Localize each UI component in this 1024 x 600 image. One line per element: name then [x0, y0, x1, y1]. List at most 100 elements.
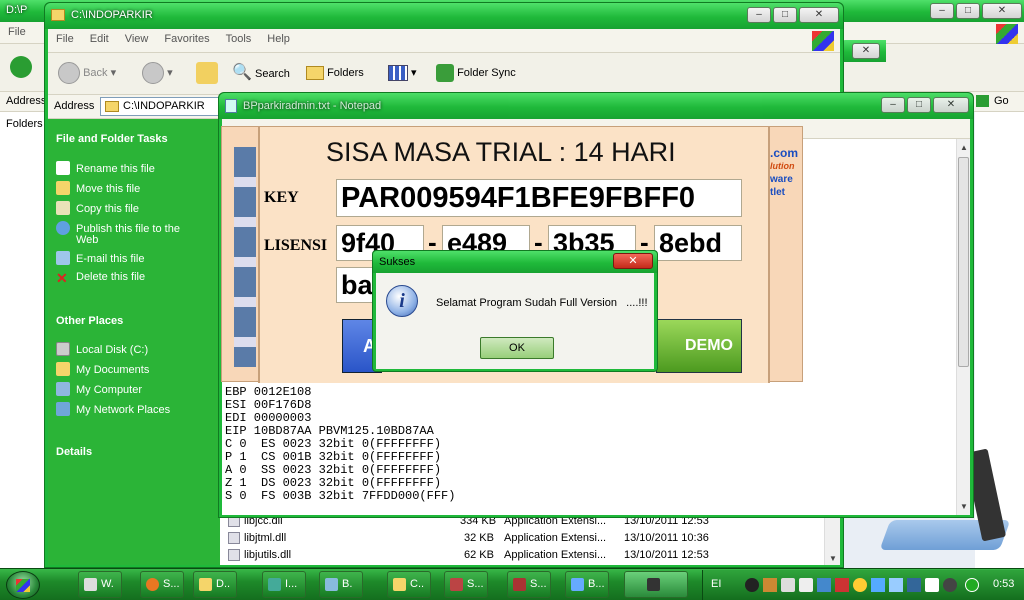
tray-icon[interactable] [835, 578, 849, 592]
task-copy[interactable]: Copy this file [56, 201, 139, 215]
notepad-minimize-button[interactable]: – [881, 97, 905, 113]
notepad-titlebar[interactable]: BPparkiradmin.txt - Notepad – □ ✕ [219, 93, 973, 119]
taskbar-item-s2[interactable]: S... [507, 571, 551, 598]
details-header: Details [56, 446, 93, 458]
task-rename[interactable]: Rename this file [56, 161, 155, 175]
back-label: Back [83, 67, 108, 79]
tray-icon[interactable] [925, 578, 939, 592]
success-dialog: Sukses ✕ i Selamat Program Sudah Full Ve… [372, 250, 658, 372]
taskbar-item-folder-c[interactable]: C.. [387, 571, 431, 598]
table-row[interactable]: libjtml.dll 32 KB Application Extensi...… [220, 530, 840, 547]
license-input-4[interactable]: 8ebd [654, 225, 742, 261]
menu-favorites[interactable]: Favorites [156, 29, 217, 49]
tray-icon[interactable] [853, 578, 867, 592]
back-folders-label: Folders [6, 118, 43, 130]
folders-button[interactable]: Folders [306, 62, 364, 84]
scroll-thumb[interactable] [958, 157, 969, 367]
address-value: C:\INDOPARKIR [123, 100, 205, 112]
tray-icon[interactable] [907, 578, 921, 592]
language-indicator[interactable]: EI [711, 578, 721, 590]
taskbar-item-active[interactable] [624, 571, 688, 598]
taskbar-item-word[interactable]: W. [78, 571, 122, 598]
tray-icon[interactable] [745, 578, 759, 592]
network-icon [56, 402, 70, 416]
taskbar-item-i[interactable]: I... [262, 571, 306, 598]
place-local-disk[interactable]: Local Disk (C:) [56, 342, 148, 356]
folder-icon [105, 101, 119, 112]
ok-button[interactable]: OK [480, 337, 554, 359]
folders-label: Folders [327, 67, 364, 79]
system-tray: EI 0:53 [702, 570, 1024, 600]
back-button[interactable]: Back ▾ [58, 62, 116, 85]
taskbar-item-b[interactable]: B. [319, 571, 363, 598]
tray-icon[interactable] [943, 578, 957, 592]
email-icon [56, 251, 70, 265]
place-my-computer[interactable]: My Computer [56, 382, 142, 396]
views-button[interactable]: ▾ [388, 62, 417, 84]
task-email[interactable]: E-mail this file [56, 251, 144, 265]
place-my-network[interactable]: My Network Places [56, 402, 170, 416]
task-publish-line2[interactable]: Web [76, 234, 98, 246]
notepad-icon [225, 99, 237, 113]
back-close-button[interactable]: ✕ [982, 3, 1022, 19]
task-delete[interactable]: ✕ Delete this file [56, 271, 145, 286]
folder-sync-button[interactable]: Folder Sync [436, 62, 516, 84]
register-dump: ESP 0012E0C4EBP 0012E108ESI 00F176D8EDI … [225, 373, 455, 503]
tray-icon[interactable] [965, 578, 979, 592]
app-icon [325, 578, 338, 591]
tray-icon[interactable] [889, 578, 903, 592]
back-minimize-button[interactable]: – [930, 3, 954, 19]
clock[interactable]: 0:53 [993, 578, 1014, 590]
task-move[interactable]: Move this file [56, 181, 140, 195]
back-menu-file[interactable]: File [0, 22, 34, 42]
back-arrow-icon[interactable] [10, 56, 32, 78]
back-maximize-button[interactable]: □ [956, 3, 980, 19]
network-icon[interactable] [781, 578, 795, 592]
menu-tools[interactable]: Tools [218, 29, 260, 49]
menu-help[interactable]: Help [259, 29, 298, 49]
taskbar-item-s1[interactable]: S... [444, 571, 488, 598]
key-input[interactable]: PAR009594F1BFE9FBFF0 [336, 179, 742, 217]
menu-file[interactable]: File [48, 29, 82, 49]
folders-icon [306, 66, 324, 81]
taskbar-item-folder-d[interactable]: D.. [193, 571, 237, 598]
demo-button[interactable]: DEMO [656, 319, 742, 373]
dialog-titlebar[interactable]: Sukses ✕ [373, 251, 657, 273]
license-input-5[interactable]: ba [336, 267, 376, 303]
explorer-maximize-button[interactable]: □ [773, 7, 797, 23]
windows-logo-icon [16, 579, 30, 592]
start-button[interactable] [6, 571, 40, 599]
notepad-maximize-button[interactable]: □ [907, 97, 931, 113]
forward-arrow-icon [142, 62, 164, 85]
tray-icon[interactable] [763, 578, 777, 592]
dialog-close-button[interactable]: ✕ [613, 253, 653, 269]
notepad-close-button[interactable]: ✕ [933, 97, 969, 113]
info-icon: i [386, 285, 418, 317]
menu-edit[interactable]: Edit [82, 29, 117, 49]
taskbar-item-firefox[interactable]: S... [140, 571, 184, 598]
explorer-close-button[interactable]: ✕ [799, 7, 839, 23]
windows-logo-icon [812, 31, 834, 51]
table-row[interactable]: libjutils.dll 62 KB Application Extensi.… [220, 547, 840, 564]
explorer-titlebar[interactable]: C:\INDOPARKIR – □ ✕ [45, 3, 843, 29]
forward-button[interactable]: ▾ [142, 62, 173, 85]
task-publish[interactable]: Publish this file to the [56, 221, 180, 235]
go-button[interactable]: Go [972, 92, 1022, 110]
search-button[interactable]: 🔍 Search [232, 62, 290, 84]
hidden-close-button[interactable]: ✕ [852, 43, 880, 59]
place-my-documents[interactable]: My Documents [56, 362, 149, 376]
notepad-scrollbar[interactable]: ▲ ▼ [956, 139, 970, 515]
menu-view[interactable]: View [117, 29, 157, 49]
explorer-title: C:\INDOPARKIR [71, 9, 153, 21]
tray-icon[interactable] [817, 578, 831, 592]
dialog-body: i Selamat Program Sudah Full Version ...… [376, 273, 654, 369]
up-folder-icon[interactable] [196, 62, 218, 84]
explorer-minimize-button[interactable]: – [747, 7, 771, 23]
hidden-window-titlebar[interactable]: ✕ [842, 40, 886, 62]
taskbar-item-b2[interactable]: B... [565, 571, 609, 598]
copy-icon [56, 201, 70, 215]
back-address-label: Address [6, 95, 47, 107]
tray-icon[interactable] [871, 578, 885, 592]
explorer-toolbar: Back ▾ ▾ 🔍 Search Folders ▾ Folder Sync [48, 53, 840, 95]
volume-icon[interactable] [799, 578, 813, 592]
